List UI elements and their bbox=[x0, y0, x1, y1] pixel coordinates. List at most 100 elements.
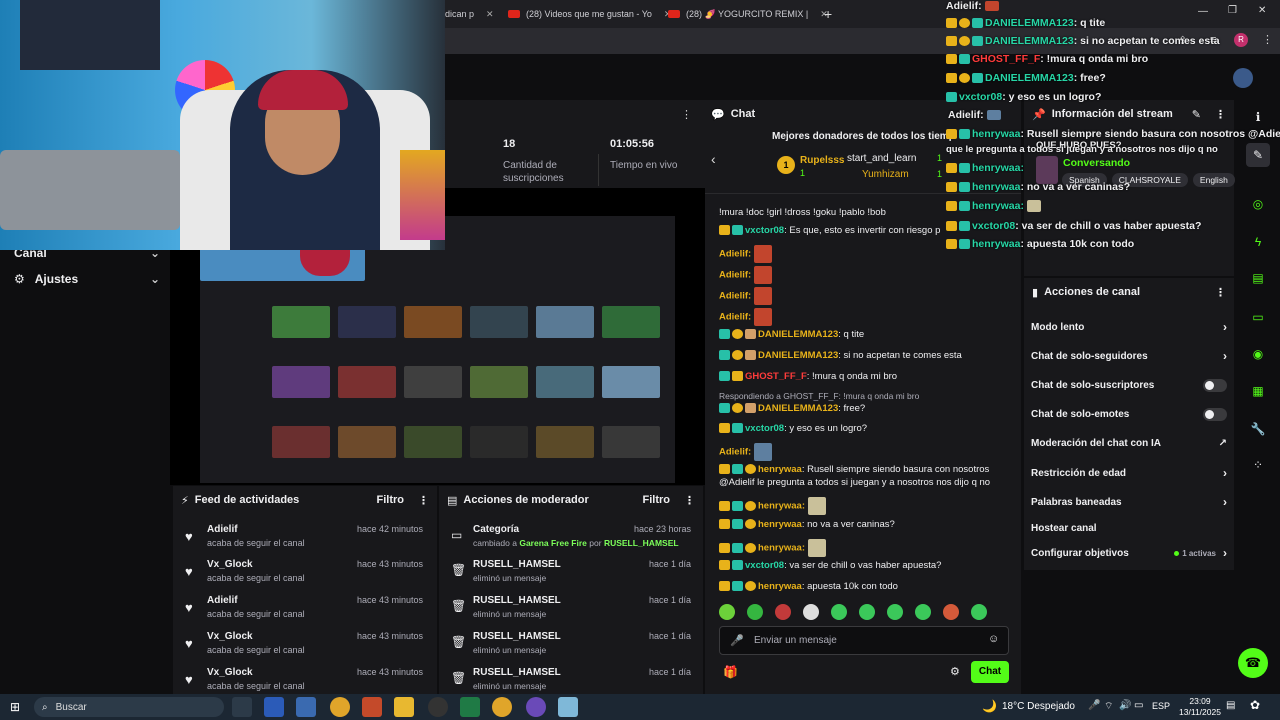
browser-tab[interactable]: (28) 🍠 YOGURCITO REMIX | ✕ bbox=[660, 4, 836, 24]
chat-icon[interactable]: ▭ bbox=[1246, 305, 1270, 329]
action-subs-only[interactable]: Chat de solo-suscriptores bbox=[1031, 377, 1227, 393]
minimize-icon[interactable]: — bbox=[1198, 6, 1208, 17]
action-banned-words[interactable]: Palabras baneadas › bbox=[1031, 494, 1227, 510]
chrome-icon[interactable] bbox=[330, 697, 350, 717]
chat-username[interactable]: vxctor08 bbox=[745, 423, 784, 434]
windows-start-icon[interactable]: ⊞ bbox=[10, 700, 20, 714]
game-link[interactable]: Garena Free Fire bbox=[519, 538, 587, 548]
subs-only-toggle[interactable] bbox=[1203, 378, 1227, 392]
category-link[interactable]: Conversando bbox=[1063, 157, 1130, 169]
wrench-icon[interactable]: 🔧 bbox=[1246, 417, 1270, 441]
emote-button[interactable] bbox=[859, 604, 875, 620]
app-icon[interactable] bbox=[526, 697, 546, 717]
user-link[interactable]: RUSELL_HAMSEL bbox=[604, 538, 679, 548]
tag-badge[interactable]: English bbox=[1192, 173, 1235, 187]
clipboard-icon[interactable]: ▤ bbox=[1246, 266, 1270, 290]
chat-input[interactable]: 🎤 Enviar un mensaje ☺ bbox=[719, 626, 1009, 655]
new-tab-button[interactable]: + bbox=[824, 6, 832, 22]
task-view-icon[interactable] bbox=[232, 697, 252, 717]
avatar[interactable]: R bbox=[1234, 33, 1248, 47]
more-icon[interactable]: ⋮ bbox=[684, 494, 695, 507]
user-name[interactable]: Vx_Glock bbox=[207, 631, 253, 642]
user-name[interactable]: Adielif bbox=[207, 524, 238, 535]
user-name[interactable]: Vx_Glock bbox=[207, 559, 253, 570]
action-goals[interactable]: Configurar objetivos 1 activas › bbox=[1031, 545, 1227, 561]
action-slow-mode[interactable]: Modo lento › bbox=[1031, 319, 1227, 335]
gear-icon[interactable]: ⚙ bbox=[950, 665, 960, 678]
chat-username[interactable]: henrywaa bbox=[758, 519, 802, 530]
emote-button[interactable] bbox=[831, 604, 847, 620]
browser-tab[interactable]: (28) Videos que me gustan - Yo✕ bbox=[500, 4, 679, 24]
store-icon[interactable] bbox=[296, 697, 316, 717]
clock[interactable]: 23:09 13/11/2025 bbox=[1176, 696, 1224, 718]
lightning-icon[interactable]: ϟ bbox=[1246, 230, 1270, 254]
user-name[interactable]: RUSELL_HAMSEL bbox=[473, 631, 561, 642]
more-icon[interactable]: ⋮ bbox=[681, 108, 692, 121]
chrome-icon[interactable] bbox=[492, 697, 512, 717]
close-window-icon[interactable]: ✕ bbox=[1258, 5, 1266, 16]
wifi-icon[interactable]: ⌔ bbox=[1104, 700, 1113, 713]
chat-username[interactable]: henrywaa bbox=[758, 464, 802, 475]
donor-name[interactable]: Yumhizam bbox=[862, 169, 909, 180]
chevron-left-icon[interactable]: ‹ bbox=[711, 151, 716, 167]
action-age-restriction[interactable]: Restricción de edad › bbox=[1031, 465, 1227, 481]
chat-username[interactable]: Adielif: bbox=[719, 447, 751, 458]
word-icon[interactable] bbox=[264, 697, 284, 717]
emote-button[interactable] bbox=[719, 604, 735, 620]
layout-icon[interactable]: ▦ bbox=[1246, 379, 1270, 403]
edit-icon[interactable]: ✎ bbox=[1192, 108, 1201, 121]
language-indicator[interactable]: ESP bbox=[1152, 701, 1170, 711]
chat-username[interactable]: Adielif: bbox=[719, 270, 751, 281]
chat-username[interactable]: vxctor08 bbox=[745, 560, 784, 571]
emote-button[interactable] bbox=[971, 604, 987, 620]
chat-username[interactable]: DANIELEMMA123 bbox=[758, 403, 838, 414]
menu-icon[interactable]: ⋮ bbox=[1262, 33, 1273, 46]
emote-button[interactable] bbox=[915, 604, 931, 620]
excel-icon[interactable] bbox=[460, 697, 480, 717]
action-host-channel[interactable]: Hostear canal bbox=[1031, 520, 1227, 536]
emote-button[interactable] bbox=[747, 604, 763, 620]
user-name[interactable]: RUSELL_HAMSEL bbox=[473, 595, 561, 606]
chat-username[interactable]: Adielif: bbox=[719, 312, 751, 323]
action-followers-only[interactable]: Chat de solo-seguidores › bbox=[1031, 348, 1227, 364]
donor-name[interactable]: start_and_learn bbox=[847, 153, 917, 164]
microphone-icon[interactable]: 🎤 bbox=[730, 634, 744, 647]
apps-icon[interactable]: ⁘ bbox=[1246, 453, 1270, 477]
chat-username[interactable]: DANIELEMMA123 bbox=[758, 329, 838, 340]
emote-button[interactable] bbox=[943, 604, 959, 620]
weather-text[interactable]: 18°C Despejado bbox=[1002, 701, 1075, 712]
send-chat-button[interactable]: Chat bbox=[971, 661, 1009, 683]
user-name[interactable]: RUSELL_HAMSEL bbox=[473, 559, 561, 570]
emote-button[interactable] bbox=[887, 604, 903, 620]
taskbar-search[interactable]: ⌕ Buscar bbox=[34, 697, 224, 717]
sidebar-item-ajustes[interactable]: ⚙ Ajustes ⌄ bbox=[14, 272, 160, 286]
action-emotes-only[interactable]: Chat de solo-emotes bbox=[1031, 406, 1227, 422]
chat-username[interactable]: Adielif: bbox=[719, 291, 751, 302]
donor-name[interactable]: Rupelsss bbox=[800, 155, 844, 166]
copilot-icon[interactable]: ✿ bbox=[1250, 698, 1260, 712]
broadcast-icon[interactable]: ◉ bbox=[1246, 342, 1270, 366]
close-icon[interactable]: ✕ bbox=[486, 9, 494, 20]
info-icon[interactable]: ℹ bbox=[1246, 105, 1270, 129]
app-icon[interactable] bbox=[428, 697, 448, 717]
emoji-icon[interactable]: ☺ bbox=[988, 633, 999, 645]
chat-username[interactable]: GHOST_FF_F bbox=[745, 371, 807, 382]
edit-icon[interactable]: ✎ bbox=[1246, 143, 1270, 167]
chat-username[interactable]: Adielif: bbox=[719, 249, 751, 260]
user-name[interactable]: Adielif bbox=[207, 595, 238, 606]
filter-button[interactable]: Filtro bbox=[643, 494, 671, 506]
more-icon[interactable]: ⋮ bbox=[1215, 286, 1226, 299]
action-ai-moderation[interactable]: Moderación del chat con IA ↗ bbox=[1031, 435, 1227, 451]
notification-icon[interactable]: ▤ bbox=[1226, 700, 1235, 711]
chat-username[interactable]: vxctor08 bbox=[745, 225, 784, 236]
emotes-only-toggle[interactable] bbox=[1203, 407, 1227, 421]
folder-icon[interactable] bbox=[394, 697, 414, 717]
filter-button[interactable]: Filtro bbox=[377, 494, 405, 506]
support-button[interactable]: ☎ bbox=[1238, 648, 1268, 678]
chat-username[interactable]: henrywaa: bbox=[758, 543, 805, 554]
gift-icon[interactable]: 🎁 bbox=[723, 665, 738, 679]
chat-username[interactable]: henrywaa: bbox=[758, 501, 805, 512]
microphone-icon[interactable]: 🎤 bbox=[1088, 700, 1100, 711]
more-icon[interactable]: ⋮ bbox=[418, 494, 429, 507]
more-icon[interactable]: ⋮ bbox=[1215, 108, 1226, 121]
